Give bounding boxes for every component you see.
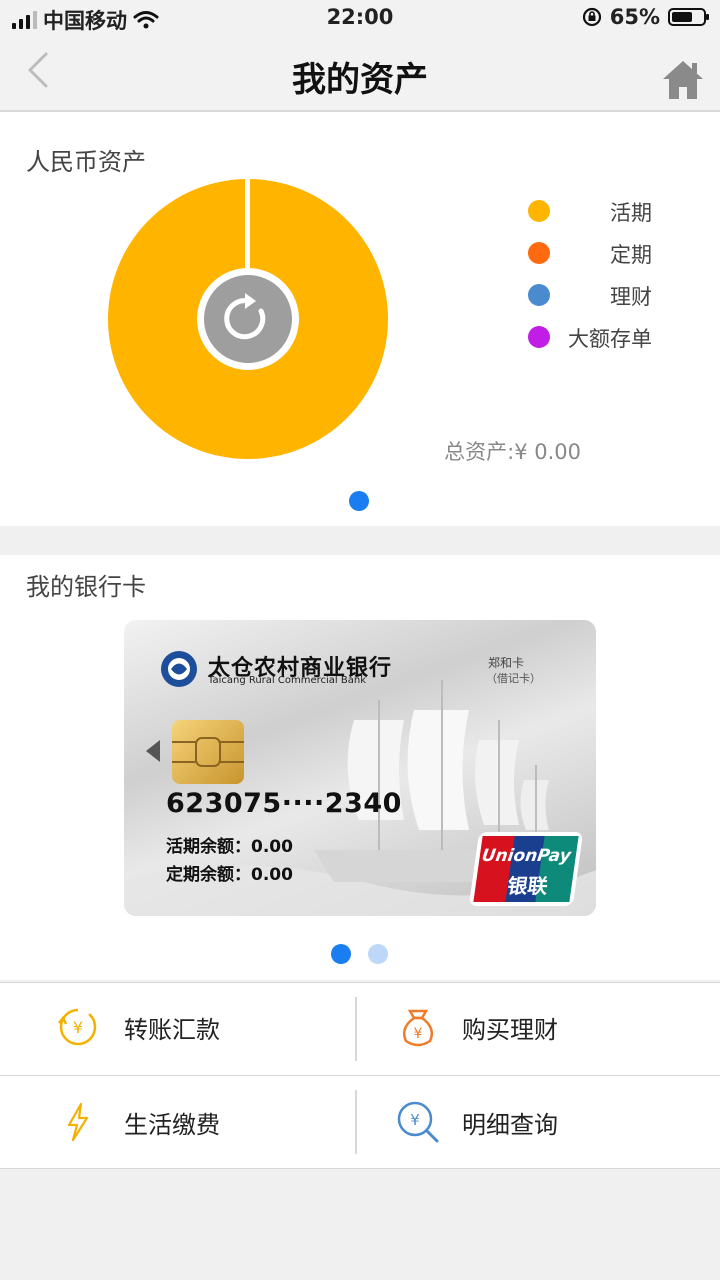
donut-gap — [245, 178, 250, 274]
card-page-dot-active[interactable] — [331, 944, 351, 964]
assets-donut-chart[interactable] — [107, 178, 389, 460]
legend-label: 活期 — [610, 201, 652, 225]
chart-legend: 活期 定期 理财 大额存单 — [528, 196, 652, 364]
status-bar: 中国移动 22:00 65% — [0, 0, 720, 36]
svg-text:¥: ¥ — [410, 1111, 420, 1129]
page-indicator-dot-active[interactable] — [349, 491, 369, 511]
bank-logo-icon — [161, 651, 197, 687]
legend-label: 大额存单 — [568, 327, 652, 351]
current-balance-value: 0.00 — [251, 837, 293, 857]
actions-row-2: 生活缴费 ¥ 明细查询 — [0, 1076, 720, 1169]
fixed-balance-row: 定期余额：0.00 — [166, 860, 293, 885]
search-yuan-icon: ¥ — [397, 1101, 439, 1143]
bank-name-english: Taicang Rural Commercial Bank — [208, 675, 366, 686]
refresh-button[interactable] — [204, 275, 292, 363]
svg-text:¥: ¥ — [414, 1026, 423, 1042]
battery-icon — [668, 8, 709, 26]
lightning-icon — [67, 1102, 89, 1142]
divider — [355, 1090, 357, 1154]
rotation-lock-icon — [582, 7, 601, 27]
legend-label: 理财 — [610, 285, 652, 309]
legend-dot-fixed — [528, 242, 550, 264]
legend-item: 大额存单 — [528, 322, 652, 364]
card-type-sub: （借记卡） — [486, 672, 541, 685]
card-prev-arrow-icon[interactable] — [144, 738, 162, 764]
bank-card[interactable]: 太仓农村商业银行 Taicang Rural Commercial Bank 郑… — [124, 620, 596, 916]
bank-cards-panel: 我的银行卡 太仓农村商业银行 Taicang Rural Commercial … — [0, 555, 720, 980]
card-type: 郑和卡 — [488, 656, 525, 670]
current-balance-label: 活期余额： — [166, 837, 251, 857]
unionpay-logo: UnionPay 银联 — [468, 832, 584, 906]
legend-label: 定期 — [610, 243, 652, 267]
card-page-dot[interactable] — [368, 944, 388, 964]
nav-bar: 我的资产 — [0, 36, 720, 112]
fixed-balance-label: 定期余额： — [166, 865, 251, 885]
assets-title: 人民币资产 — [26, 148, 146, 176]
legend-dot-cd — [528, 326, 550, 348]
current-balance-row: 活期余额：0.00 — [166, 832, 293, 857]
bank-cards-title: 我的银行卡 — [26, 573, 146, 601]
detail-query-action[interactable]: ¥ 明细查询 — [394, 1098, 558, 1146]
fixed-balance-value: 0.00 — [251, 865, 293, 885]
battery-percent: 65% — [609, 5, 660, 29]
card-number: 623075····2340 — [166, 788, 402, 819]
buy-wealth-action[interactable]: ¥ 购买理财 — [394, 1003, 558, 1051]
actions-row-1: ¥ 转账汇款 ¥ 购买理财 — [0, 982, 720, 1076]
unionpay-en: UnionPay — [480, 846, 573, 866]
page-title: 我的资产 — [292, 60, 428, 100]
svg-text:¥: ¥ — [73, 1018, 83, 1037]
transfer-icon: ¥ — [58, 1008, 97, 1046]
divider — [355, 997, 357, 1061]
home-icon[interactable] — [660, 58, 706, 102]
buy-wealth-label: 购买理财 — [462, 1015, 558, 1044]
unionpay-cn: 银联 — [505, 874, 550, 898]
legend-item: 理财 — [528, 280, 652, 322]
status-right: 65% — [582, 5, 709, 29]
total-assets: 总资产:¥ 0.00 — [444, 440, 581, 464]
chip-icon — [172, 720, 244, 784]
transfer-label: 转账汇款 — [124, 1015, 220, 1044]
bill-payment-action[interactable]: 生活缴费 — [54, 1098, 220, 1146]
legend-dot-current — [528, 200, 550, 222]
bill-payment-label: 生活缴费 — [124, 1110, 220, 1139]
transfer-action[interactable]: ¥ 转账汇款 — [54, 1003, 220, 1051]
legend-dot-wealth — [528, 284, 550, 306]
legend-item: 活期 — [528, 196, 652, 238]
assets-panel: 人民币资产 活期 定期 理财 大额存单 总资产:¥ 0.00 — [0, 112, 720, 526]
money-bag-icon: ¥ — [403, 1009, 433, 1047]
detail-query-label: 明细查询 — [462, 1110, 558, 1139]
legend-item: 定期 — [528, 238, 652, 280]
